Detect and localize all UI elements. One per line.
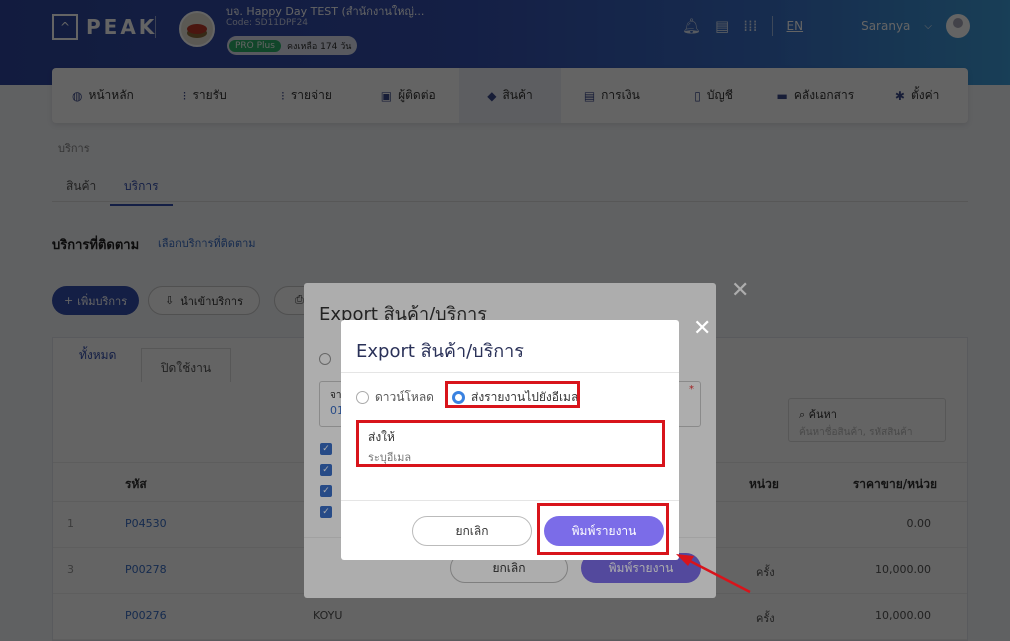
modal-title: Export สินค้า/บริการ (356, 341, 524, 362)
highlight-send-to-field (356, 420, 665, 467)
option-download[interactable]: ดาวน์โหลด (356, 388, 434, 407)
modal-header-divider (341, 372, 679, 373)
radio-download[interactable] (356, 391, 369, 404)
modal-footer-divider (341, 500, 679, 501)
highlight-print-button (537, 503, 669, 555)
option-download-label: ดาวน์โหลด (375, 390, 434, 404)
cancel-button[interactable]: ยกเลิก (412, 516, 532, 546)
close-icon[interactable]: ✕ (693, 318, 711, 340)
highlight-email-option (445, 381, 580, 408)
